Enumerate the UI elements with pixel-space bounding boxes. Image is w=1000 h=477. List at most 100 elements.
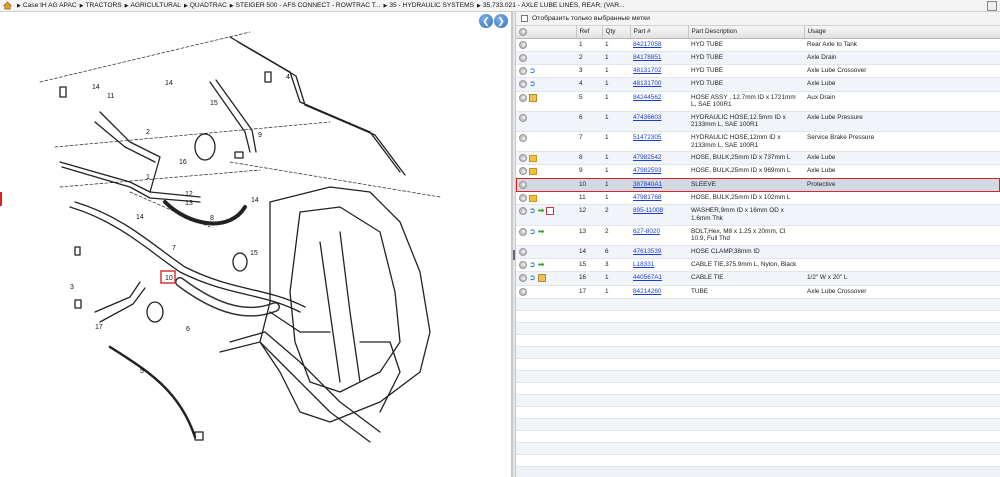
add-to-cart-icon[interactable] xyxy=(519,260,527,269)
callout-label[interactable]: 8 xyxy=(210,215,214,222)
breadcrumb-item[interactable]: 35 - HYDRAULIC SYSTEMS xyxy=(389,2,474,9)
add-to-cart-icon[interactable] xyxy=(519,287,527,296)
info-arrow-icon[interactable]: ➲ xyxy=(529,80,536,88)
part-number-link[interactable]: 84178851 xyxy=(633,54,661,61)
callout-label[interactable]: 3 xyxy=(70,284,74,291)
callout-label[interactable]: 12 xyxy=(185,191,193,198)
add-to-cart-icon[interactable] xyxy=(519,274,527,283)
package-icon[interactable] xyxy=(529,93,537,102)
add-to-cart-icon[interactable] xyxy=(519,167,527,176)
callout-label[interactable]: 11 xyxy=(107,93,114,100)
breadcrumb-item[interactable]: AGRICULTURAL xyxy=(130,2,180,9)
add-to-cart-icon[interactable] xyxy=(519,80,527,89)
part-number-link[interactable]: 47613539 xyxy=(633,248,661,255)
part-number-link[interactable]: 47982593 xyxy=(633,167,661,174)
add-to-cart-icon[interactable] xyxy=(519,134,527,142)
folder-icon[interactable] xyxy=(529,194,537,202)
package-icon[interactable] xyxy=(537,274,546,283)
add-to-cart-icon[interactable] xyxy=(519,207,527,216)
add-to-cart-icon[interactable] xyxy=(519,180,527,189)
document-icon[interactable] xyxy=(546,207,555,216)
table-row[interactable]: ➲ 3 1 48131702 HYD TUBE Axle Lube Crossover xyxy=(516,64,1000,79)
table-row[interactable]: 1 1 84217058 HYD TUBE Rear Axle to Tank xyxy=(516,38,1000,52)
table-row[interactable]: ➲ 16 1 440567A1 CABLE TIE 1/2" W x 20" L xyxy=(516,271,1000,286)
add-to-cart-icon[interactable] xyxy=(519,67,527,76)
callout-label[interactable]: 1 xyxy=(146,174,150,181)
add-to-cart-icon[interactable] xyxy=(519,113,527,122)
part-number-link[interactable]: 51472305 xyxy=(633,134,661,141)
prev-page-button[interactable]: ❮ xyxy=(479,14,493,28)
table-row[interactable]: ➲ ➡ 15 3 L18331 CABLE TIE,375.9mm L, Nylon, B… xyxy=(516,258,1000,273)
splitter-grip-icon[interactable] xyxy=(513,250,515,260)
part-number-link[interactable]: 84214260 xyxy=(633,288,661,295)
header-ref[interactable]: Ref xyxy=(576,26,603,39)
part-number-link[interactable]: 627-8020 xyxy=(633,228,660,235)
table-row[interactable]: 14 6 47613539 HOSE CLAMP,38mm ID xyxy=(516,245,1000,259)
table-row[interactable]: 5 1 84244562 HOSE ASSY , 12.7mm ID x 1721mm… xyxy=(516,91,1000,112)
next-page-button[interactable]: ❯ xyxy=(494,14,508,28)
callout-label[interactable]: 4 xyxy=(286,74,290,81)
header-part[interactable]: Part # xyxy=(630,26,689,39)
info-arrow-icon[interactable]: ➲ xyxy=(529,67,536,75)
callout-label[interactable]: 16 xyxy=(179,159,187,166)
breadcrumb-item[interactable]: TRACTORS xyxy=(85,2,121,9)
add-to-cart-icon[interactable] xyxy=(519,53,527,62)
part-number-link[interactable]: 440567A1 xyxy=(633,274,662,281)
table-row[interactable]: 10 1 387840A1 SLEEVE Protective xyxy=(516,178,1000,193)
part-number-link[interactable]: 387840A1 xyxy=(633,181,662,188)
expand-all-icon[interactable] xyxy=(519,27,527,36)
callout-label[interactable]: 15 xyxy=(210,100,218,107)
breadcrumb-item[interactable]: STEIGER 500 - AFS CONNECT - ROWTRAC T... xyxy=(236,2,381,9)
add-to-cart-icon[interactable] xyxy=(519,227,527,236)
callout-label[interactable]: 7 xyxy=(172,245,176,252)
callout-label[interactable]: 2 xyxy=(146,129,150,136)
part-number-link[interactable]: 48131702 xyxy=(633,67,661,74)
callout-label[interactable]: 17 xyxy=(95,324,103,331)
header-usage[interactable]: Usage xyxy=(804,26,1000,39)
breadcrumb-item[interactable]: QUADTRAC xyxy=(190,2,227,9)
info-arrow-icon[interactable]: ➲ xyxy=(529,207,536,215)
info-arrow-icon[interactable]: ➲ xyxy=(529,227,536,236)
table-row[interactable]: ➲ 4 1 48131700 HYD TUBE Axle Lube xyxy=(516,77,1000,92)
part-number-link[interactable]: 47436603 xyxy=(633,114,661,121)
table-row[interactable]: ➲ ➡ 12 2 895-11008 WASHER,9mm ID x 16mm OD x … xyxy=(516,204,1000,226)
table-row[interactable]: ➲ ➡ 13 2 627-8020 BOLT,Hex, M8 x 1.25 x 20mm,… xyxy=(516,225,1000,246)
part-number-link[interactable]: 84217058 xyxy=(633,41,661,48)
window-restore-icon[interactable] xyxy=(987,1,997,11)
replacement-arrow-icon[interactable]: ➡ xyxy=(538,207,545,215)
add-to-cart-icon[interactable] xyxy=(519,40,527,49)
part-number-link[interactable]: 48131700 xyxy=(633,80,661,87)
part-number-link[interactable]: 47982542 xyxy=(633,154,661,161)
add-to-cart-icon[interactable] xyxy=(519,154,527,163)
table-row[interactable]: 7 1 51472305 HYDRAULIC HOSE,12mm ID x 2133m… xyxy=(516,131,1000,153)
table-row[interactable]: 11 1 47981768 HOSE, BULK,25mm ID x 102mm L xyxy=(516,191,1000,206)
part-number-link[interactable]: 84244562 xyxy=(633,94,661,101)
part-number-link[interactable]: 47981768 xyxy=(633,194,661,201)
info-arrow-icon[interactable]: ➲ xyxy=(529,274,536,282)
table-row[interactable]: 8 1 47982542 HOSE, BULK,25mm ID x 737mm L Ax… xyxy=(516,151,1000,166)
callout-label[interactable]: 6 xyxy=(186,326,190,333)
callout-label[interactable]: 14 xyxy=(251,197,259,204)
callout-label[interactable]: 15 xyxy=(250,250,258,257)
breadcrumb-item[interactable]: 35.733.021 - AXLE LUBE LINES, REAR; (VAR… xyxy=(483,2,625,9)
header-qty[interactable]: Qty xyxy=(602,26,631,39)
replacement-arrow-icon[interactable]: ➡ xyxy=(538,260,545,269)
folder-icon[interactable] xyxy=(529,167,537,175)
info-arrow-icon[interactable]: ➲ xyxy=(529,260,536,269)
header-icons-column[interactable] xyxy=(516,26,577,39)
callout-label[interactable]: 14 xyxy=(165,80,173,87)
part-number-link[interactable]: 895-11008 xyxy=(633,207,663,214)
folder-icon[interactable] xyxy=(529,154,537,162)
table-row[interactable]: 6 1 47436603 HYDRAULIC HOSE,12.5mm ID x 213… xyxy=(516,111,1000,133)
part-number-link[interactable]: L18331 xyxy=(633,261,654,268)
show-selected-only-checkbox[interactable] xyxy=(521,15,528,22)
callout-label[interactable]: 5 xyxy=(140,368,144,375)
callout-label[interactable]: 13 xyxy=(185,200,193,207)
callout-label[interactable]: 14 xyxy=(92,84,100,91)
add-to-cart-icon[interactable] xyxy=(519,194,527,203)
callout-label[interactable]: 9 xyxy=(258,132,262,139)
table-row[interactable]: 17 1 84214260 TUBE Axle Lube Crossover xyxy=(516,285,1000,299)
add-to-cart-icon[interactable] xyxy=(519,93,527,102)
breadcrumb-item[interactable]: Case IH AG APAC xyxy=(23,2,77,9)
replacement-arrow-icon[interactable]: ➡ xyxy=(538,227,545,236)
